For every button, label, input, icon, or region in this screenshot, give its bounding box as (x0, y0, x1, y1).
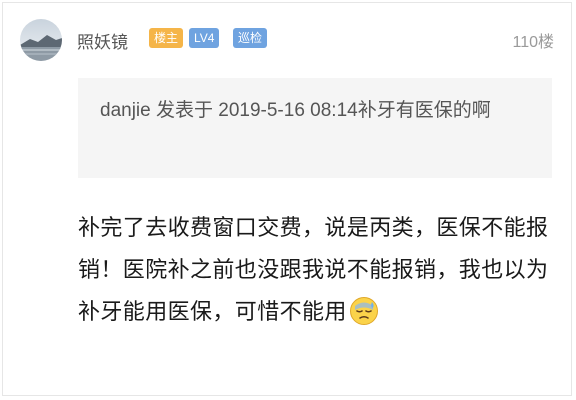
post-card (2, 2, 572, 396)
username[interactable]: 照妖镜 (77, 28, 128, 53)
badge-role: 巡检 (233, 28, 268, 48)
badge-level: LV4 (189, 28, 220, 48)
sweat-face-icon (349, 296, 379, 326)
avatar-image-icon (20, 19, 62, 61)
floor-number: 110楼 (512, 34, 554, 51)
badge-op: 楼主 (149, 28, 184, 48)
post-content: 补完了去收费窗口交费，说是丙类，医保不能报销！医院补之前也没跟我说不能报销，我也… (78, 207, 552, 333)
post-content-text: 补完了去收费窗口交费，说是丙类，医保不能报销！医院补之前也没跟我说不能报销，我也… (78, 215, 549, 324)
avatar[interactable] (20, 19, 62, 61)
quote-block: danjie 发表于 2019-5-16 08:14补牙有医保的啊 (78, 78, 552, 178)
quote-text: danjie 发表于 2019-5-16 08:14补牙有医保的啊 (100, 100, 491, 121)
